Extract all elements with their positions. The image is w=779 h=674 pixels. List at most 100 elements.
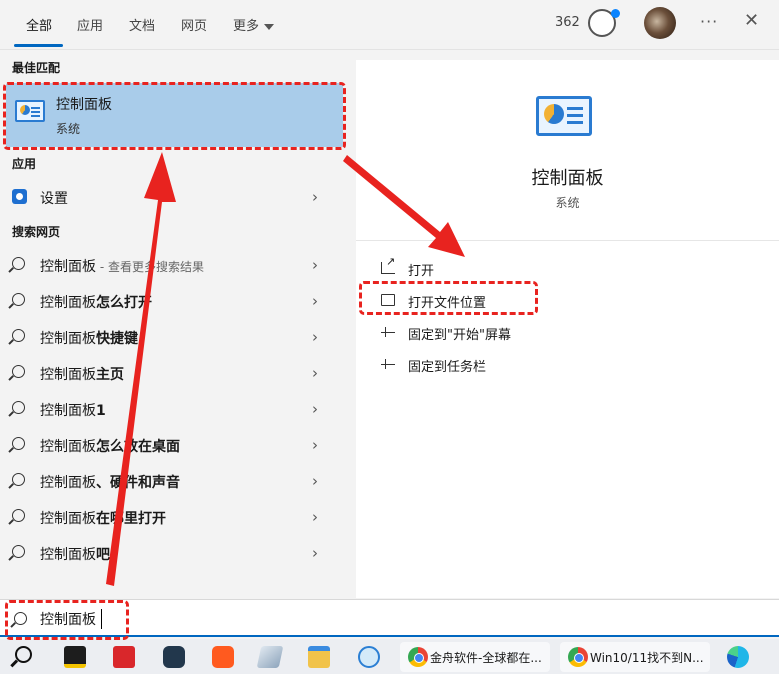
taskbar-qq-icon[interactable] xyxy=(163,646,185,668)
search-icon xyxy=(12,293,25,306)
suggestion-completion: 快捷键 xyxy=(96,331,138,347)
suggestion-text: 控制面板 xyxy=(40,367,96,383)
taskbar-file-explorer-icon[interactable] xyxy=(308,646,330,668)
suggestion-text: 控制面板 xyxy=(40,547,96,563)
search-icon xyxy=(12,401,25,414)
suggestion-completion: 主页 xyxy=(96,367,124,383)
chrome-icon xyxy=(408,647,428,667)
suggestion-completion: 怎么打开 xyxy=(96,295,152,311)
list-item[interactable]: 控制面板怎么放在桌面 › xyxy=(0,427,354,463)
close-icon[interactable]: ✕ xyxy=(744,10,759,31)
app-item-label: 设置 xyxy=(40,191,68,207)
taskbar-chrome-window-2[interactable]: Win10/11找不到N... xyxy=(560,642,710,672)
search-icon xyxy=(12,437,25,450)
list-item[interactable]: 控制面板在哪里打开 › xyxy=(0,499,354,535)
folder-icon xyxy=(381,294,395,306)
chevron-right-icon[interactable]: › xyxy=(312,364,318,382)
action-label: 打开 xyxy=(408,264,435,279)
taskbar-search-icon[interactable] xyxy=(15,646,32,663)
text-cursor xyxy=(101,609,102,629)
chevron-right-icon[interactable]: › xyxy=(312,508,318,526)
apps-heading: 应用 xyxy=(12,157,37,171)
tab-more[interactable]: 更多 xyxy=(233,15,275,34)
divider xyxy=(356,240,779,241)
taskbar-sogou-icon[interactable] xyxy=(212,646,234,668)
preview-title: 控制面板 xyxy=(531,168,604,189)
search-input[interactable] xyxy=(40,608,640,630)
open-icon xyxy=(381,255,395,274)
suggestion-completion: 怎么放在桌面 xyxy=(96,439,180,455)
tab-web[interactable]: 网页 xyxy=(181,15,207,34)
chevron-right-icon[interactable]: › xyxy=(312,436,318,454)
list-item[interactable]: 控制面板主页 › xyxy=(0,355,354,391)
best-match-control-panel[interactable]: 控制面板 系统 xyxy=(6,83,343,147)
chevron-right-icon[interactable]: › xyxy=(312,188,318,206)
suggestion-completion: 、硬件和声音 xyxy=(96,475,180,491)
avatar[interactable] xyxy=(644,7,676,39)
list-item[interactable]: 控制面板、硬件和声音 › xyxy=(0,463,354,499)
chevron-down-icon xyxy=(264,23,275,30)
chrome-icon xyxy=(568,647,588,667)
suggestion-completion: 在哪里打开 xyxy=(96,511,166,527)
taskbar-sticky-notes-icon[interactable] xyxy=(64,646,86,668)
taskbar-window-title: 金舟软件-全球都在... xyxy=(430,651,542,665)
list-item[interactable]: 控制面板快捷键 › xyxy=(0,319,354,355)
search-icon xyxy=(12,329,25,342)
suggestion-text: 控制面板 xyxy=(40,331,96,347)
best-match-subtitle: 系统 xyxy=(56,122,81,136)
suggestion-completion: 1 xyxy=(96,403,106,419)
chevron-right-icon[interactable]: › xyxy=(312,256,318,274)
best-match-title: 控制面板 xyxy=(56,97,112,113)
best-match-heading: 最佳匹配 xyxy=(12,61,61,75)
tab-documents[interactable]: 文档 xyxy=(129,15,155,34)
taskbar: 金舟软件-全球都在... Win10/11找不到N... xyxy=(0,639,779,674)
chevron-right-icon[interactable]: › xyxy=(312,328,318,346)
list-item[interactable]: 控制面板吧 › xyxy=(0,535,354,571)
search-icon xyxy=(14,612,27,625)
suggestion-completion: 吧 xyxy=(96,547,110,563)
active-tab-indicator xyxy=(14,44,63,47)
tab-more-label: 更多 xyxy=(233,19,260,34)
taskbar-browser-icon[interactable] xyxy=(358,646,380,668)
tab-all[interactable]: 全部 xyxy=(26,15,52,34)
suggestion-text: 控制面板 xyxy=(40,403,96,419)
search-icon xyxy=(12,365,25,378)
suggestion-text: 控制面板 xyxy=(40,439,96,455)
taskbar-window-title: Win10/11找不到N... xyxy=(590,651,704,665)
chevron-right-icon[interactable]: › xyxy=(312,292,318,310)
taskbar-notepad-icon[interactable] xyxy=(256,646,284,668)
chevron-right-icon[interactable]: › xyxy=(312,400,318,418)
pin-icon xyxy=(381,359,395,376)
suggestion-text: 控制面板 xyxy=(40,511,96,527)
list-item[interactable]: 控制面板1 › xyxy=(0,391,354,427)
search-icon xyxy=(12,509,25,522)
suggestion-hint: - 查看更多搜索结果 xyxy=(96,260,204,274)
suggestion-text: 控制面板 xyxy=(40,259,96,275)
list-item[interactable]: 控制面板怎么打开 › xyxy=(0,283,354,319)
preview-panel: 控制面板 系统 打开 打开文件位置 固定到"开始"屏幕 固定到任务栏 xyxy=(356,60,779,598)
chevron-right-icon[interactable]: › xyxy=(312,544,318,562)
taskbar-chrome-window-1[interactable]: 金舟软件-全球都在... xyxy=(400,642,550,672)
more-dots-icon[interactable]: ··· xyxy=(700,12,718,31)
notification-dot xyxy=(611,9,620,18)
pin-icon xyxy=(381,327,395,344)
action-label: 打开文件位置 xyxy=(408,296,487,311)
tab-apps[interactable]: 应用 xyxy=(77,15,103,34)
search-icon xyxy=(12,545,25,558)
rewards-points: 362 xyxy=(555,15,580,30)
search-icon xyxy=(12,473,25,486)
search-box xyxy=(0,599,779,637)
preview-subtitle: 系统 xyxy=(555,196,580,210)
web-search-heading: 搜索网页 xyxy=(12,225,61,239)
chevron-right-icon[interactable]: › xyxy=(312,472,318,490)
action-label: 固定到"开始"屏幕 xyxy=(408,328,511,343)
gear-icon xyxy=(12,189,27,204)
control-panel-icon xyxy=(536,96,592,136)
app-item-settings[interactable]: 设置 › xyxy=(0,179,354,215)
suggestion-text: 控制面板 xyxy=(40,295,96,311)
taskbar-app-red-icon[interactable] xyxy=(113,646,135,668)
list-item[interactable]: 控制面板 - 查看更多搜索结果 › xyxy=(0,247,354,283)
taskbar-edge-icon[interactable] xyxy=(727,646,749,668)
suggestion-text: 控制面板 xyxy=(40,475,96,491)
action-label: 固定到任务栏 xyxy=(408,360,487,375)
